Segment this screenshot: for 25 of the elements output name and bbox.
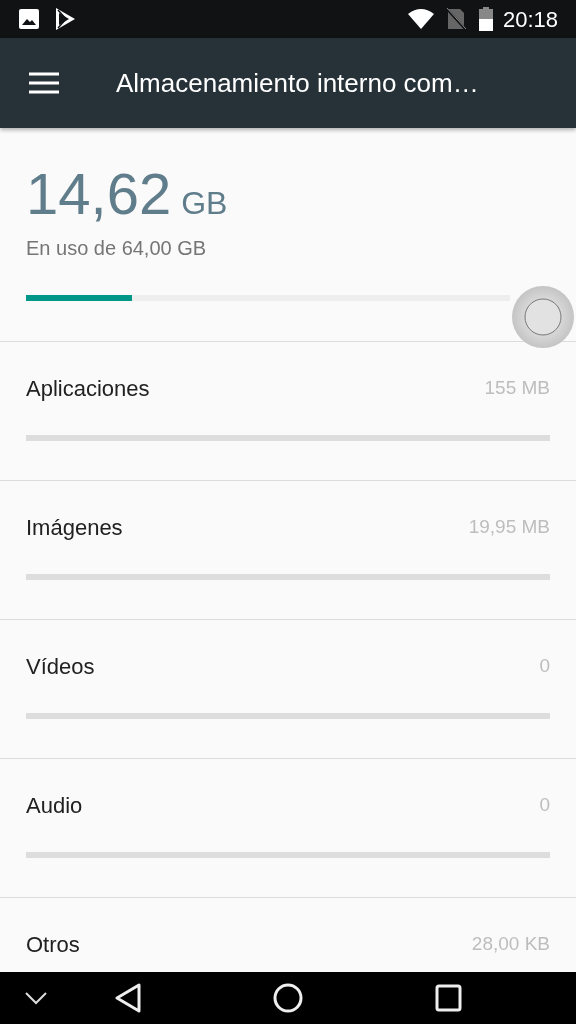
- chevron-down-icon[interactable]: [25, 991, 47, 1005]
- used-storage-value: 14,62: [26, 162, 172, 226]
- category-label: Imágenes: [26, 514, 123, 542]
- category-label: Aplicaciones: [26, 375, 150, 403]
- recents-icon[interactable]: [435, 984, 462, 1012]
- category-label: Audio: [26, 792, 83, 820]
- category-size: 28,00 KB: [471, 932, 550, 957]
- toolbar-title: Almacenamiento interno com…: [116, 66, 479, 100]
- storage-caption: En uso de 64,00 GB: [26, 236, 208, 261]
- category-size: 155 MB: [484, 376, 550, 401]
- category-size: 0: [539, 654, 550, 679]
- battery-icon: [478, 7, 493, 31]
- no-sim-icon: [444, 7, 467, 31]
- wifi-icon: [406, 8, 435, 30]
- category-label: Otros: [26, 931, 80, 959]
- category-size: 0: [539, 793, 550, 818]
- home-icon[interactable]: [273, 983, 303, 1013]
- play-triangle-icon: [54, 7, 76, 31]
- used-storage-unit: GB: [181, 184, 228, 223]
- back-icon[interactable]: [114, 983, 142, 1013]
- floating-button[interactable]: [511, 285, 575, 349]
- image-icon: [18, 8, 40, 30]
- status-time: 20:18: [502, 5, 558, 34]
- category-label: Vídeos: [26, 653, 95, 681]
- category-size: 19,95 MB: [468, 515, 550, 540]
